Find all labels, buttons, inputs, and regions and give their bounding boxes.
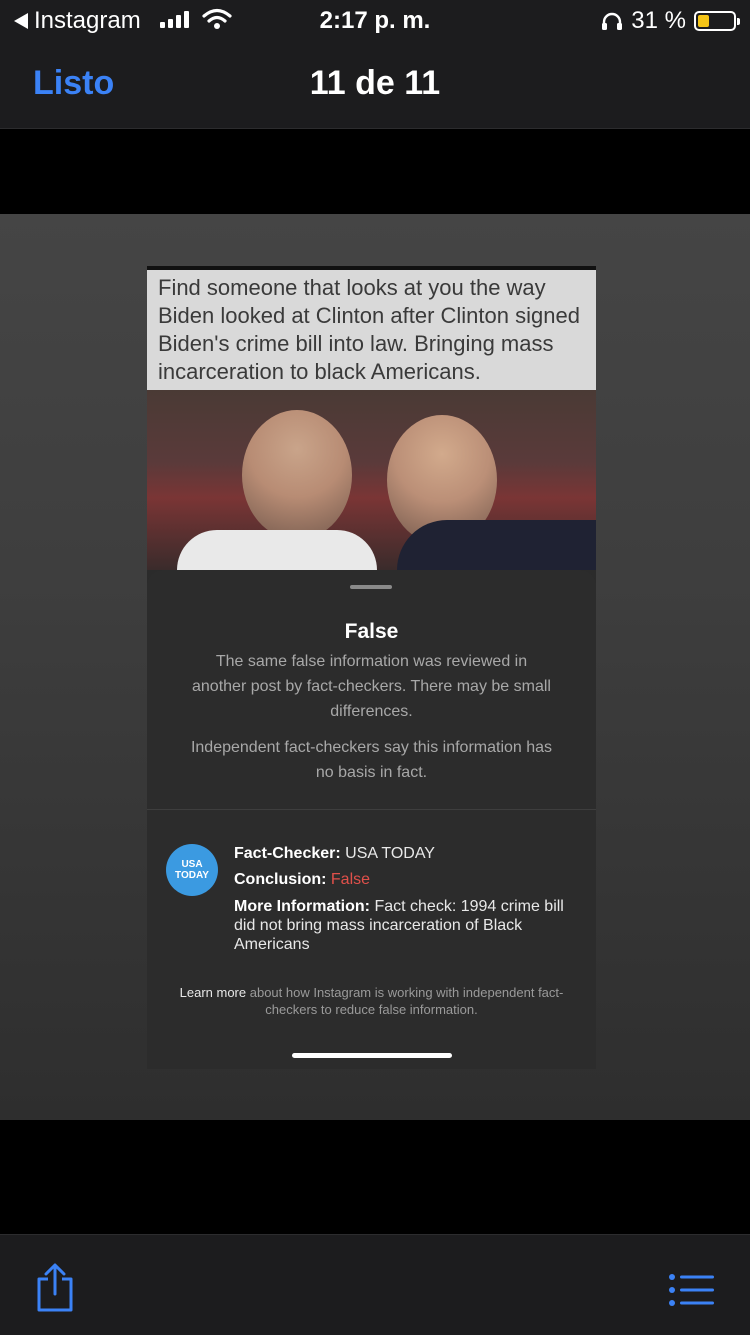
learn-more-link[interactable]: Learn more <box>180 985 246 1000</box>
fact-checker-row: Fact-Checker: USA TODAY <box>234 844 584 863</box>
share-icon <box>37 1263 73 1312</box>
meme-caption: Find someone that looks at you the way B… <box>147 266 596 390</box>
fact-checker-value: USA TODAY <box>345 845 435 862</box>
page-counter: 11 de 11 <box>309 64 441 102</box>
divider <box>147 809 596 810</box>
learn-more-description: about how Instagram is working with inde… <box>249 985 564 1017</box>
status-right: 31 % <box>601 7 740 35</box>
conclusion-value: False <box>330 871 371 888</box>
fact-check-sheet: False The same false information was rev… <box>147 570 596 1069</box>
navigation-bar: Listo 11 de 11 <box>0 44 750 128</box>
photo-suit-right <box>397 520 596 570</box>
share-button[interactable] <box>35 1263 75 1316</box>
post-photo <box>147 390 596 570</box>
bottom-toolbar <box>0 1234 750 1335</box>
usa-today-logo: USA TODAY <box>166 844 218 896</box>
learn-more-text: Learn more about how Instagram is workin… <box>167 984 576 1018</box>
sheet-grabber[interactable] <box>350 585 392 589</box>
list-button[interactable] <box>668 1273 716 1310</box>
instagram-post: Find someone that looks at you the way B… <box>147 266 596 1069</box>
fact-check-rating: False <box>344 620 399 643</box>
battery-level <box>698 15 709 27</box>
photo-shirt-left <box>177 530 377 570</box>
conclusion-label: Conclusion: <box>234 871 327 888</box>
top-bar: Instagram 2:17 p. m. 31 % Listo 11 de 11 <box>0 0 750 129</box>
headphones-icon <box>602 12 623 30</box>
photo-person-left <box>242 410 352 540</box>
battery-icon <box>694 11 740 31</box>
list-icon <box>669 1274 714 1306</box>
fact-check-statement: Independent fact-checkers say this infor… <box>190 739 553 781</box>
fact-check-summary: The same false information was reviewed … <box>192 653 551 720</box>
more-information-label: More Information: <box>234 898 370 915</box>
conclusion-row: Conclusion: False <box>234 870 584 889</box>
status-bar: Instagram 2:17 p. m. 31 % <box>0 0 750 44</box>
fact-checker-label: Fact-Checker: <box>234 845 341 862</box>
more-information-row[interactable]: More Information: Fact check: 1994 crime… <box>234 897 584 954</box>
home-indicator <box>292 1053 452 1058</box>
battery-percent: 31 % <box>631 7 686 34</box>
